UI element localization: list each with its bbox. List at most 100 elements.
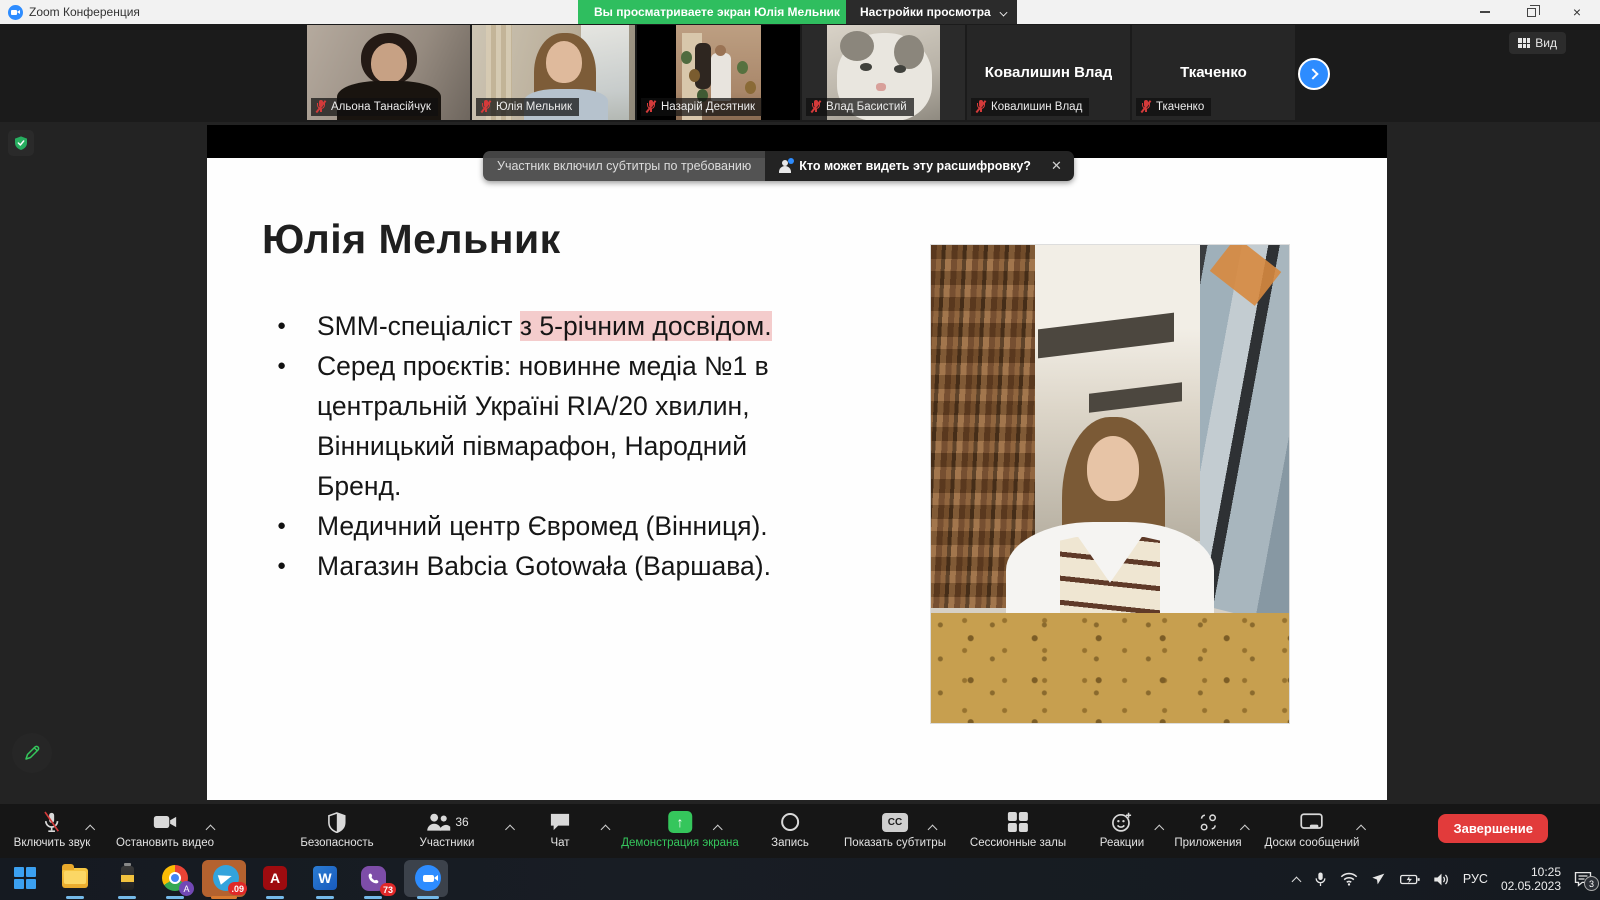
- participants-button[interactable]: 36 Участники: [420, 809, 475, 849]
- participant-name-label: Юлія Мельник: [476, 98, 579, 116]
- chevron-up-icon[interactable]: [928, 823, 937, 832]
- muted-mic-icon: [315, 100, 327, 113]
- tray-speaker-icon[interactable]: [1433, 872, 1450, 887]
- zoom-logo-icon: [8, 5, 23, 20]
- notification-count-badge: 3: [1584, 876, 1599, 891]
- zoom-meeting-window: Zoom Конференция Вы просматриваете экран…: [0, 0, 1600, 900]
- security-button[interactable]: Безопасность: [300, 809, 373, 849]
- chevron-up-icon[interactable]: [206, 823, 215, 832]
- security-shield-button[interactable]: [8, 130, 34, 156]
- windows-taskbar: A .09 A W 73: [0, 858, 1600, 900]
- chrome-button[interactable]: A: [160, 863, 190, 893]
- bullet-item: ● Серед проєктів: новинне медіа №1 в цен…: [277, 346, 825, 506]
- chevron-up-icon[interactable]: [601, 823, 610, 832]
- window-controls: ×: [1462, 0, 1600, 24]
- zoom-app-icon: [415, 865, 441, 891]
- record-icon: [781, 813, 799, 831]
- viber-badge: 73: [380, 883, 396, 896]
- next-participants-button[interactable]: [1298, 58, 1330, 90]
- close-button[interactable]: ×: [1554, 0, 1600, 24]
- reactions-button[interactable]: Реакции: [1100, 809, 1144, 849]
- bullet-dot: ●: [277, 346, 317, 506]
- word-button[interactable]: W: [310, 863, 340, 893]
- captions-toast: Участник включил субтитры по требованию …: [483, 151, 1074, 181]
- stop-video-button[interactable]: Остановить видео: [116, 809, 214, 849]
- tray-overflow-chevron-icon[interactable]: [1292, 875, 1301, 884]
- bullet-dot: ●: [277, 506, 317, 546]
- end-meeting-button[interactable]: Завершение: [1438, 814, 1548, 843]
- who-can-see-transcript-button[interactable]: Кто может видеть эту расшифровку?: [765, 151, 1045, 181]
- viber-button[interactable]: 73: [358, 863, 388, 893]
- participant-name: Влад Басистий: [826, 101, 907, 113]
- minimize-button[interactable]: [1462, 0, 1508, 24]
- breakout-rooms-button[interactable]: Сессионные залы: [970, 809, 1066, 849]
- apps-button[interactable]: Приложения: [1174, 809, 1241, 849]
- chevron-up-icon[interactable]: [1155, 823, 1164, 832]
- participant-tile-active-speaker[interactable]: Юлія Мельник: [472, 25, 635, 120]
- window-title: Zoom Конференция: [29, 5, 140, 19]
- acrobat-button[interactable]: A: [260, 863, 290, 893]
- participants-icon: [425, 812, 451, 832]
- bullet-text: SMM-спеціаліст з 5-річним досвідом.: [317, 306, 772, 346]
- participant-tile[interactable]: Влад Басистий: [802, 25, 965, 120]
- start-button[interactable]: [10, 863, 40, 893]
- bullet-text-plain: SMM-спеціаліст: [317, 311, 520, 341]
- participant-tile-no-video[interactable]: Ткаченко Ткаченко: [1132, 25, 1295, 120]
- whiteboards-button[interactable]: Доски сообщений: [1265, 809, 1360, 849]
- breakout-rooms-icon: [1008, 812, 1028, 832]
- bullet-item: ● Медичний центр Євромед (Вінниця).: [277, 506, 825, 546]
- tray-battery-icon[interactable]: [1400, 873, 1420, 886]
- restore-icon: [1527, 8, 1536, 17]
- muted-mic-icon: [645, 100, 657, 113]
- chevron-up-icon[interactable]: [1240, 823, 1249, 832]
- slide-bullet-list: ● SMM-спеціаліст з 5-річним досвідом. ● …: [277, 306, 825, 586]
- close-icon: ×: [1573, 5, 1581, 19]
- shared-screen-area: Юлія Мельник ● SMM-спеціаліст з 5-річним…: [0, 122, 1600, 804]
- acrobat-icon: A: [263, 866, 287, 890]
- clock[interactable]: 10:25 02.05.2023: [1501, 865, 1561, 893]
- unmute-button[interactable]: Включить звук: [14, 809, 91, 849]
- participant-name-label: Ткаченко: [1136, 98, 1211, 116]
- participants-count: 36: [455, 815, 468, 829]
- tray-mic-icon[interactable]: [1314, 871, 1327, 888]
- chevron-up-icon[interactable]: [506, 823, 515, 832]
- share-screen-button[interactable]: ↑ Демонстрация экрана: [621, 809, 739, 849]
- participant-tile[interactable]: Назарій Десятник: [637, 25, 800, 120]
- chevron-up-icon[interactable]: [1357, 823, 1366, 832]
- windows-logo-icon: [14, 867, 36, 889]
- captions-enabled-message: Участник включил субтитры по требованию: [483, 151, 765, 181]
- bullet-text: Серед проєктів: новинне медіа №1 в центр…: [317, 346, 825, 506]
- telegram-button-highlighted[interactable]: .09: [202, 860, 246, 897]
- chevron-up-icon[interactable]: [86, 823, 95, 832]
- toast-close-button[interactable]: ✕: [1045, 151, 1074, 181]
- bullet-dot: ●: [277, 546, 317, 586]
- green-shield-icon: [13, 135, 29, 151]
- participant-tile[interactable]: Альона Танасійчук: [307, 25, 470, 120]
- restore-button[interactable]: [1508, 0, 1554, 24]
- participant-name-label: Ковалишин Влад: [971, 98, 1089, 116]
- share-screen-icon: ↑: [668, 811, 692, 833]
- annotate-pencil-button[interactable]: [12, 733, 52, 773]
- apps-icon: [1197, 811, 1219, 833]
- bullet-item: ● Магазин Babcia Gotowała (Варшава).: [277, 546, 825, 586]
- chevron-up-icon[interactable]: [713, 823, 722, 832]
- language-indicator[interactable]: РУС: [1463, 872, 1488, 886]
- camera-icon: [153, 813, 177, 831]
- zoom-app-button-active[interactable]: [404, 860, 448, 897]
- battery-app-button[interactable]: [112, 863, 142, 893]
- record-button[interactable]: Запись: [771, 809, 809, 849]
- chat-button[interactable]: Чат: [549, 809, 571, 849]
- tray-wifi-icon[interactable]: [1340, 872, 1358, 886]
- tray-pen-cursor-icon[interactable]: [1371, 871, 1387, 887]
- notification-center-button[interactable]: 3: [1574, 871, 1592, 887]
- muted-mic-icon: [810, 100, 822, 113]
- participant-display-name: Ткаченко: [1180, 64, 1247, 81]
- file-explorer-button[interactable]: [60, 863, 90, 893]
- show-captions-button[interactable]: CC Показать субтитры: [844, 809, 946, 849]
- view-settings-button[interactable]: Настройки просмотра: [846, 0, 1017, 24]
- minimize-icon: [1480, 11, 1490, 13]
- view-layout-button[interactable]: Вид: [1509, 32, 1566, 54]
- bullet-dot: ●: [277, 306, 317, 346]
- participant-name-label: Альона Танасійчук: [311, 98, 438, 116]
- participant-tile-no-video[interactable]: Ковалишин Влад Ковалишин Влад: [967, 25, 1130, 120]
